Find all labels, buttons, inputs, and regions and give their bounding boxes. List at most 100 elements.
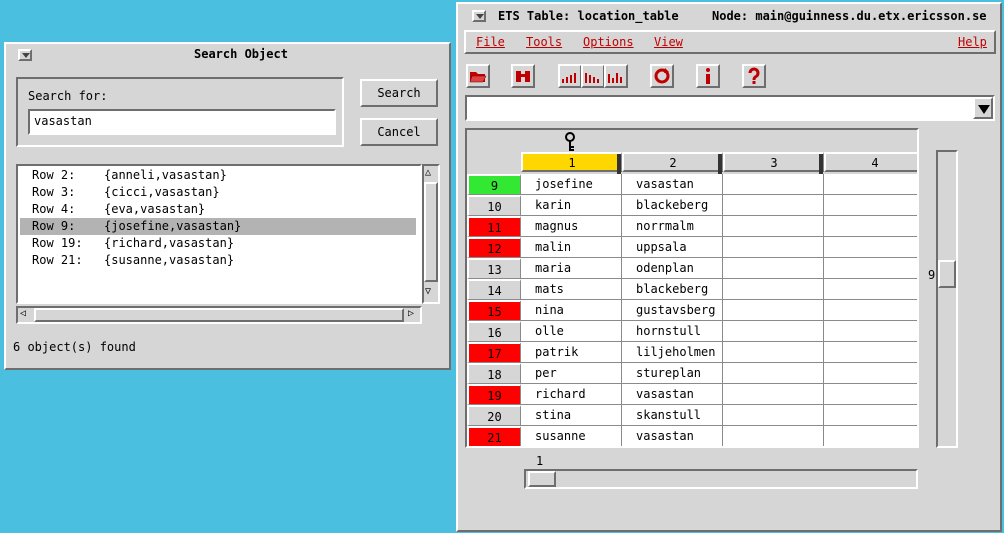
table-cell[interactable]: blackeberg [622, 279, 723, 300]
list-item[interactable]: Row 2: {anneli,vasastan} [20, 167, 416, 184]
scroll-down-icon[interactable]: ▽ [425, 286, 431, 297]
table-cell[interactable]: richard [521, 384, 622, 405]
table-cell[interactable] [824, 300, 917, 321]
table-cell[interactable] [723, 342, 824, 363]
row-number-cell[interactable]: 14 [467, 279, 521, 300]
scroll-right-icon[interactable]: ▷ [408, 308, 414, 319]
row-number-cell[interactable]: 19 [467, 384, 521, 405]
column-header-1[interactable]: 1 [521, 152, 622, 174]
menu-file[interactable]: File [476, 35, 505, 49]
row-number-cell[interactable]: 13 [467, 258, 521, 279]
results-vscroll-thumb[interactable] [424, 182, 438, 282]
menu-view[interactable]: View [654, 35, 683, 49]
row-number-cell[interactable]: 17 [467, 342, 521, 363]
list-item[interactable]: Row 19: {richard,vasastan} [20, 235, 416, 252]
table-cell[interactable]: uppsala [622, 237, 723, 258]
table-cell[interactable] [824, 384, 917, 405]
table-cell[interactable] [824, 279, 917, 300]
results-hscroll-thumb[interactable] [34, 308, 404, 322]
table-cell[interactable]: josefine [521, 174, 622, 195]
help-icon[interactable] [742, 64, 766, 88]
column-resize-handle[interactable] [819, 154, 823, 174]
table-cell[interactable] [824, 216, 917, 237]
row-number-cell[interactable]: 15 [467, 300, 521, 321]
table-cell[interactable]: karin [521, 195, 622, 216]
table-cell[interactable]: vasastan [622, 426, 723, 446]
table-cell[interactable] [824, 174, 917, 195]
table-cell[interactable]: gustavsberg [622, 300, 723, 321]
row-number-cell[interactable]: 9 [467, 174, 521, 195]
table-cell[interactable] [723, 174, 824, 195]
table-cell[interactable] [824, 426, 917, 446]
binoculars-icon[interactable] [511, 64, 535, 88]
window-menu-icon[interactable] [472, 10, 486, 22]
table-vscrollbar[interactable] [936, 150, 958, 448]
table-vscroll-thumb[interactable] [938, 260, 956, 288]
scroll-up-icon[interactable]: △ [425, 167, 431, 178]
search-window-titlebar[interactable]: Search Object [6, 44, 449, 66]
row-number-cell[interactable]: 21 [467, 426, 521, 446]
search-button[interactable]: Search [360, 79, 438, 107]
table-cell[interactable]: susanne [521, 426, 622, 446]
scroll-left-icon[interactable]: ◁ [20, 308, 26, 319]
row-number-cell[interactable]: 20 [467, 405, 521, 426]
table-cell[interactable]: mats [521, 279, 622, 300]
column-header-2[interactable]: 2 [622, 152, 723, 174]
table-cell[interactable] [824, 342, 917, 363]
table-cell[interactable] [723, 195, 824, 216]
search-input[interactable]: vasastan [28, 109, 336, 135]
table-cell[interactable] [723, 300, 824, 321]
table-cell[interactable]: hornstull [622, 321, 723, 342]
table-cell[interactable] [723, 426, 824, 446]
refresh-icon[interactable] [650, 64, 674, 88]
table-cell[interactable]: stureplan [622, 363, 723, 384]
table-cell[interactable]: magnus [521, 216, 622, 237]
results-vscrollbar[interactable]: △ ▽ [422, 164, 440, 304]
table-cell[interactable]: skanstull [622, 405, 723, 426]
list-item[interactable]: Row 9: {josefine,vasastan} [20, 218, 416, 235]
list-item[interactable]: Row 4: {eva,vasastan} [20, 201, 416, 218]
table-cell[interactable]: nina [521, 300, 622, 321]
table-cell[interactable] [723, 405, 824, 426]
column-resize-handle[interactable] [718, 154, 722, 174]
window-menu-icon[interactable] [18, 49, 32, 61]
open-folder-icon[interactable] [466, 64, 490, 88]
menu-tools[interactable]: Tools [526, 35, 562, 49]
results-list[interactable]: Row 2: {anneli,vasastan} Row 3: {cicci,vasa… [16, 164, 422, 304]
table-cell[interactable] [723, 258, 824, 279]
table-hscroll-thumb[interactable] [528, 471, 556, 487]
table-cell[interactable]: olle [521, 321, 622, 342]
table-cell[interactable] [824, 321, 917, 342]
table-cell[interactable]: stina [521, 405, 622, 426]
table-cell[interactable] [824, 258, 917, 279]
column-header-3[interactable]: 3 [723, 152, 824, 174]
sort-ascending-icon[interactable] [558, 64, 582, 88]
column-resize-handle[interactable] [617, 154, 621, 174]
menu-options[interactable]: Options [583, 35, 634, 49]
row-number-cell[interactable]: 18 [467, 363, 521, 384]
table-cell[interactable]: norrmalm [622, 216, 723, 237]
table-cell[interactable]: patrik [521, 342, 622, 363]
table-cell[interactable] [824, 405, 917, 426]
column-header-4[interactable]: 4 [824, 152, 917, 172]
results-hscrollbar[interactable]: ◁ ▷ [16, 306, 422, 324]
row-number-cell[interactable]: 16 [467, 321, 521, 342]
row-number-cell[interactable]: 10 [467, 195, 521, 216]
row-number-cell[interactable]: 11 [467, 216, 521, 237]
table-cell[interactable] [723, 237, 824, 258]
table-cell[interactable] [824, 195, 917, 216]
table-cell[interactable] [723, 321, 824, 342]
table-cell[interactable]: malin [521, 237, 622, 258]
table-cell[interactable] [723, 384, 824, 405]
table-cell[interactable] [723, 363, 824, 384]
sort-none-icon[interactable] [604, 64, 628, 88]
table-cell[interactable] [723, 279, 824, 300]
menu-help[interactable]: Help [958, 35, 987, 49]
list-item[interactable]: Row 3: {cicci,vasastan} [20, 184, 416, 201]
sort-descending-icon[interactable] [581, 64, 605, 88]
table-cell[interactable] [824, 363, 917, 384]
table-hscrollbar[interactable] [524, 469, 918, 489]
table-cell[interactable]: liljeholmen [622, 342, 723, 363]
row-number-cell[interactable]: 12 [467, 237, 521, 258]
table-window-titlebar[interactable]: ETS Table: location_table Node: main@gui… [458, 4, 1000, 26]
